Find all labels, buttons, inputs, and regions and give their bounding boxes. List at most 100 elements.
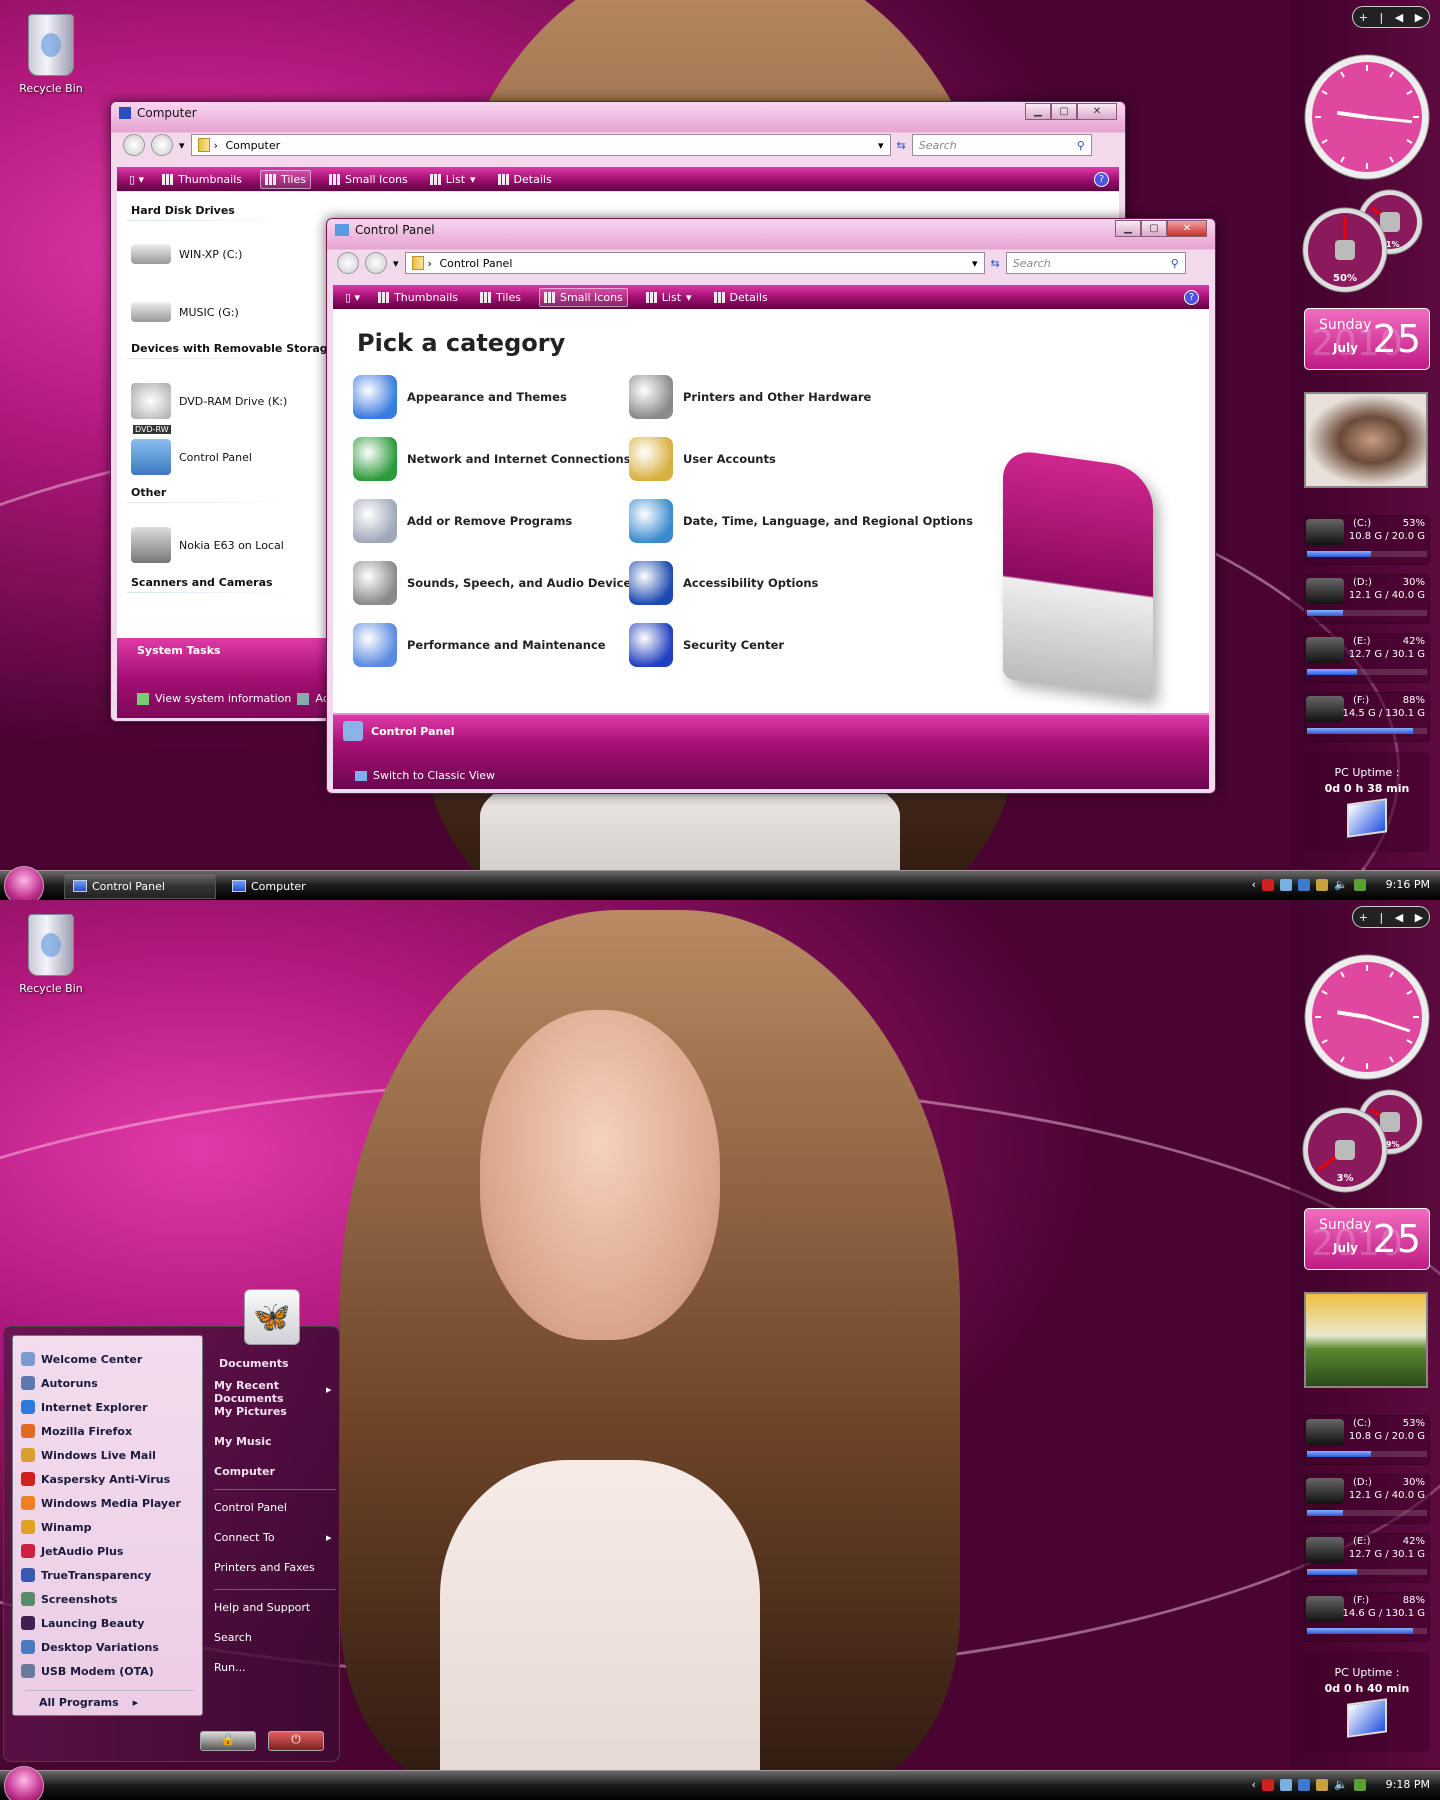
switch-classic-view-link[interactable]: Switch to Classic View (355, 769, 495, 782)
start-button[interactable] (4, 866, 44, 900)
start-menu-link-printers-and-faxes[interactable]: Printers and Faxes (214, 1561, 315, 1574)
address-dropdown-icon[interactable]: ▾ (878, 139, 884, 152)
recycle-bin[interactable]: Recycle Bin (18, 914, 84, 995)
minimize-button[interactable]: ▁ (1025, 103, 1051, 120)
view-button-details[interactable]: Details (710, 289, 772, 306)
recent-pages-dropdown[interactable]: ▾ (393, 257, 399, 270)
view-button-details[interactable]: Details (494, 171, 556, 188)
help-icon[interactable]: ? (1184, 289, 1199, 305)
photo-gadget[interactable] (1304, 392, 1428, 488)
address-dropdown-icon[interactable]: ▾ (972, 257, 978, 270)
start-menu-link-computer[interactable]: Computer (214, 1465, 314, 1478)
search-input[interactable]: Search ⚲ (1005, 252, 1186, 274)
help-icon[interactable]: ? (1094, 171, 1109, 187)
category-appearance-and-themes[interactable]: Appearance and Themes (353, 375, 567, 419)
start-menu-item-mozilla-firefox[interactable]: Mozilla Firefox (21, 1424, 132, 1438)
refresh-icon[interactable]: ⇆ (897, 139, 906, 152)
usb-icon[interactable] (1279, 1778, 1292, 1791)
start-menu-item-windows-live-mail[interactable]: Windows Live Mail (21, 1448, 156, 1462)
app-icon[interactable] (1315, 1778, 1328, 1791)
clock-gadget[interactable] (1302, 952, 1432, 1082)
back-button[interactable] (337, 252, 359, 274)
nvidia-icon[interactable] (1353, 1778, 1366, 1791)
power-button[interactable]: ⏻ (268, 1731, 324, 1751)
minimize-button[interactable]: ▁ (1115, 220, 1141, 237)
search-icon[interactable]: ⚲ (1077, 139, 1085, 152)
photo-gadget[interactable] (1304, 1292, 1428, 1388)
next-button[interactable]: ▶ (1415, 911, 1423, 924)
start-menu-item-winamp[interactable]: Winamp (21, 1520, 92, 1534)
view-button-thumbnails[interactable]: Thumbnails (158, 171, 246, 188)
all-programs-button[interactable]: All Programs ▸ (39, 1696, 138, 1709)
volume-icon[interactable]: 🔈 (1334, 1778, 1348, 1791)
start-menu-item-launcing-beauty[interactable]: Launcing Beauty (21, 1616, 144, 1630)
category-user-accounts[interactable]: User Accounts (629, 437, 776, 481)
clock-time[interactable]: 9:18 PM (1386, 1778, 1430, 1791)
lock-button[interactable]: 🔒 (200, 1731, 256, 1751)
tray-expand-icon[interactable]: ‹ (1252, 878, 1256, 891)
view-button-tiles[interactable]: Tiles (476, 289, 525, 306)
maximize-button[interactable]: ▢ (1051, 103, 1077, 120)
recycle-bin[interactable]: Recycle Bin (18, 14, 84, 95)
start-menu-link-help-and-support[interactable]: Help and Support (214, 1601, 310, 1614)
view-button-list[interactable]: List ▾ (426, 171, 480, 188)
recent-pages-dropdown[interactable]: ▾ (179, 139, 185, 152)
refresh-icon[interactable]: ⇆ (991, 257, 1000, 270)
address-bar[interactable]: › Computer ▾ (190, 134, 891, 156)
address-bar[interactable]: › Control Panel ▾ (404, 252, 985, 274)
start-menu-link-my-pictures[interactable]: My Pictures (214, 1405, 314, 1418)
start-menu-item-jetaudio-plus[interactable]: JetAudio Plus (21, 1544, 123, 1558)
layout-icon[interactable]: ▯ ▾ (129, 173, 144, 186)
app-icon[interactable] (1315, 878, 1328, 891)
maximize-button[interactable]: ▢ (1141, 220, 1167, 237)
start-menu-link-my-music[interactable]: My Music (214, 1435, 314, 1448)
date-gadget[interactable]: 2010 Sunday July 25 (1304, 308, 1430, 370)
list-item[interactable]: Control Panel (131, 439, 252, 475)
forward-button[interactable] (151, 134, 173, 156)
start-menu-item-kaspersky-anti-virus[interactable]: Kaspersky Anti-Virus (21, 1472, 170, 1486)
user-picture-butterfly-icon[interactable]: 🦋 (244, 1289, 300, 1345)
start-menu-link-control-panel[interactable]: Control Panel (214, 1501, 287, 1514)
category-printers-and-other-hardware[interactable]: Printers and Other Hardware (629, 375, 871, 419)
layout-icon[interactable]: ▯ ▾ (345, 291, 360, 304)
kaspersky-icon[interactable] (1261, 878, 1274, 891)
start-menu-item-autoruns[interactable]: Autoruns (21, 1376, 98, 1390)
view-button-tiles[interactable]: Tiles (260, 169, 311, 189)
category-security-center[interactable]: Security Center (629, 623, 784, 667)
category-add-or-remove-programs[interactable]: Add or Remove Programs (353, 499, 572, 543)
start-menu-item-welcome-center[interactable]: Welcome Center (21, 1352, 142, 1366)
forward-button[interactable] (365, 252, 387, 274)
search-input[interactable]: Search ⚲ (911, 134, 1092, 156)
category-accessibility-options[interactable]: Accessibility Options (629, 561, 818, 605)
taskbar-button-computer[interactable]: Computer (224, 873, 376, 899)
taskbar-button-control-panel[interactable]: Control Panel (64, 873, 216, 899)
clock-time[interactable]: 9:16 PM (1386, 878, 1430, 891)
category-performance-and-maintenance[interactable]: Performance and Maintenance (353, 623, 606, 667)
start-menu-item-windows-media-player[interactable]: Windows Media Player (21, 1496, 181, 1510)
view-button-thumbnails[interactable]: Thumbnails (374, 289, 462, 306)
tray-expand-icon[interactable]: ‹ (1252, 1778, 1256, 1791)
list-item[interactable]: DVD-RAM Drive (K:) (131, 383, 287, 419)
chevron-down-icon[interactable]: ▾ (686, 291, 692, 304)
close-button[interactable]: ✕ (1167, 220, 1207, 237)
previous-button[interactable]: ◀ (1395, 911, 1403, 924)
date-gadget[interactable]: 2010 Sunday July 25 (1304, 1208, 1430, 1270)
back-button[interactable] (123, 134, 145, 156)
network-icon[interactable] (1297, 1778, 1310, 1791)
add-gadget-button[interactable]: + (1359, 911, 1368, 924)
list-item[interactable]: WIN-XP (C:) (131, 244, 242, 264)
category-network-and-internet-connections[interactable]: Network and Internet Connections (353, 437, 631, 481)
start-menu-link-search[interactable]: Search (214, 1631, 252, 1644)
system-task-link[interactable]: View system information (155, 692, 291, 705)
previous-button[interactable]: ◀ (1395, 11, 1403, 24)
view-button-small-icons[interactable]: Small Icons (539, 287, 628, 307)
close-button[interactable]: ✕ (1077, 103, 1117, 120)
kaspersky-icon[interactable] (1261, 1778, 1274, 1791)
view-button-list[interactable]: List ▾ (642, 289, 696, 306)
volume-icon[interactable]: 🔈 (1334, 878, 1348, 891)
start-menu-link-connect-to[interactable]: Connect To (214, 1531, 275, 1544)
category-sounds-speech-and-audio-devices[interactable]: Sounds, Speech, and Audio Devices (353, 561, 638, 605)
network-icon[interactable] (1297, 878, 1310, 891)
start-menu-link-my-recent-documents[interactable]: My Recent Documents (214, 1379, 314, 1405)
start-menu-item-screenshots[interactable]: Screenshots (21, 1592, 117, 1606)
